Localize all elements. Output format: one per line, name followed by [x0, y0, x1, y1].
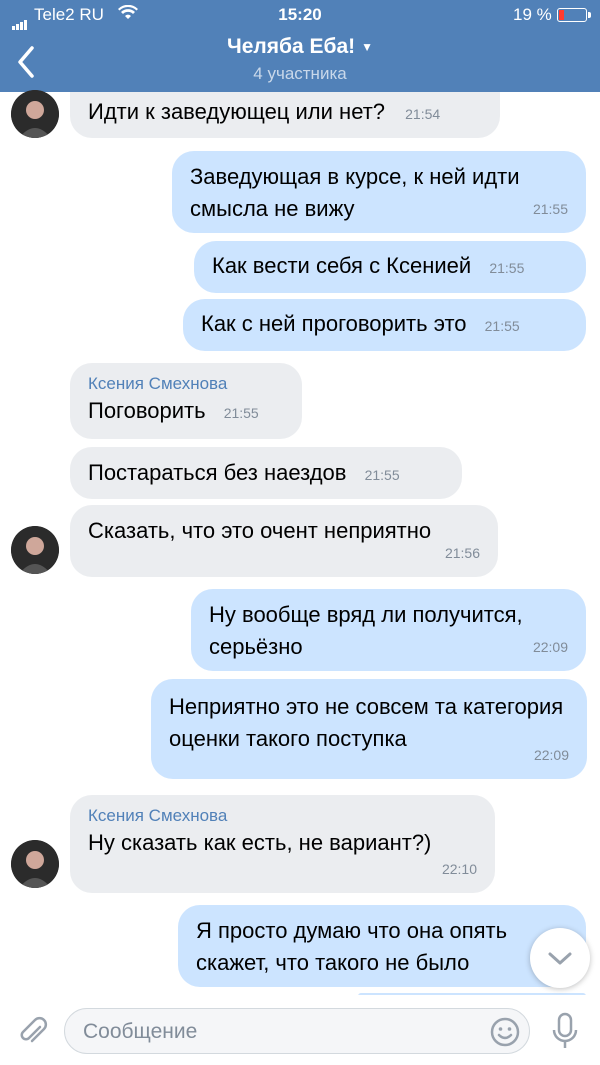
message-time: 21:55: [489, 260, 525, 276]
message-bubble[interactable]: Постараться без наездов 21:55: [70, 447, 462, 499]
message-bubble[interactable]: Идти к заведующец или нет? 21:54: [70, 92, 500, 138]
message-bubble[interactable]: Ну вообще вряд ли получится, серьёзно 22…: [191, 589, 586, 671]
message-text: Сказать, что это очент неприятно: [88, 518, 432, 543]
message-time: 21:55: [532, 201, 568, 217]
chat-member-count: 4 участника: [253, 64, 347, 83]
message-time: 22:09: [532, 639, 568, 655]
message-text: Заведующая в курсе, к ней идти смысла не…: [190, 164, 520, 221]
avatar[interactable]: [11, 90, 59, 138]
battery-icon: [557, 8, 591, 22]
message-bubble[interactable]: Ксения Смехнова Поговорить 21:55: [70, 363, 302, 439]
sender-name[interactable]: Ксения Смехнова: [88, 805, 477, 827]
message-text: Идти к заведующец или нет?: [88, 99, 386, 124]
message-bubble[interactable]: Неприятно это не совсем та категория оце…: [151, 679, 587, 779]
message-text: Я просто думаю что она опять скажет, что…: [196, 918, 508, 975]
mic-icon[interactable]: [548, 1011, 582, 1051]
message-text: Постараться без наездов: [88, 460, 347, 485]
chevron-down-icon[interactable]: ▼: [361, 40, 373, 54]
message-bubble[interactable]: Заведующая в курсе, к ней идти смысла не…: [172, 151, 586, 233]
message-time: 21:55: [484, 318, 520, 334]
message-bubble[interactable]: Как вести себя с Ксенией 21:55: [194, 241, 586, 293]
message-bubble[interactable]: Как с ней проговорить это 21:55: [183, 299, 586, 351]
chat-header: Tele2 RU 15:20 19 % Челяба Еба! ▼ 4 участ…: [0, 0, 600, 92]
avatar[interactable]: [11, 526, 59, 574]
message-time: 21:54: [405, 106, 441, 122]
chat-title-text[interactable]: Челяба Еба!: [227, 35, 355, 58]
scroll-down-icon: [548, 952, 572, 965]
emoji-icon[interactable]: [489, 1016, 521, 1048]
scroll-down-button[interactable]: [530, 928, 590, 988]
battery-percent: 19 %: [513, 5, 552, 24]
status-bar: Tele2 RU 15:20 19 %: [0, 0, 600, 30]
message-text: Неприятно это не совсем та категория оце…: [169, 694, 564, 751]
message-bubble[interactable]: Сказать, что это очент неприятно 21:56: [70, 505, 498, 577]
message-input-placeholder[interactable]: Сообщение: [83, 1020, 197, 1044]
message-time: 22:09: [533, 747, 569, 763]
clock: 15:20: [278, 5, 322, 24]
message-text: Ну сказать как есть, не вариант?): [88, 830, 432, 855]
message-time: 21:55: [364, 467, 400, 483]
message-text: Как с ней проговорить это: [201, 311, 467, 336]
message-time: 21:55: [223, 405, 259, 421]
attach-icon[interactable]: [16, 1015, 50, 1049]
message-text: Ну вообще вряд ли получится, серьёзно: [209, 602, 523, 659]
message-time: 22:10: [441, 861, 477, 877]
avatar[interactable]: [11, 840, 59, 888]
sender-name[interactable]: Ксения Смехнова: [88, 373, 284, 395]
message-time: 21:56: [444, 545, 480, 561]
message-text: Поговорить: [88, 398, 206, 423]
message-text: Как вести себя с Ксенией: [212, 253, 472, 278]
message-bubble[interactable]: Ксения Смехнова Ну сказать как есть, не …: [70, 795, 495, 893]
composer: Сообщение: [0, 995, 600, 1065]
message-input[interactable]: Сообщение: [64, 1008, 530, 1054]
chat-title[interactable]: Челяба Еба! ▼: [0, 35, 600, 59]
message-bubble[interactable]: Я просто думаю что она опять скажет, что…: [178, 905, 586, 987]
